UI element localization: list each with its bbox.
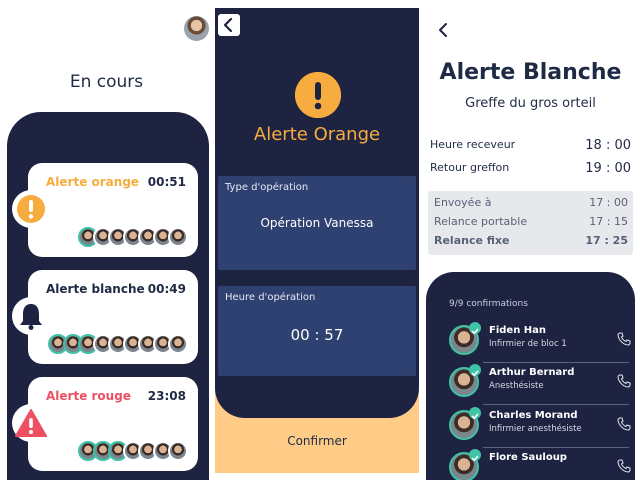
person-name: Flore Sauloup bbox=[489, 452, 567, 463]
info-value: 19 : 00 bbox=[585, 161, 631, 176]
warning-circle-icon bbox=[12, 190, 50, 228]
status-label: Envoyée à bbox=[434, 196, 492, 209]
divider bbox=[483, 447, 629, 448]
person-name: Charles Morand bbox=[489, 410, 578, 421]
alert-time: 00:49 bbox=[147, 282, 186, 296]
list-item[interactable]: Fiden Han Infirmier de bloc 1 bbox=[449, 322, 632, 363]
alert-name: Alerte orange bbox=[46, 175, 140, 189]
alert-confirm-screen: Alerte Orange Type d'opération Opération… bbox=[215, 8, 419, 473]
person-role: Anesthésiste bbox=[489, 381, 544, 391]
status-row-sent: Envoyée à 17 : 00 bbox=[434, 196, 628, 209]
person-role: Infirmier anesthésiste bbox=[489, 424, 582, 434]
alert-card-orange[interactable]: Alerte orange 00:51 bbox=[28, 163, 198, 257]
info-row-greffon: Retour greffon 19 : 00 bbox=[430, 161, 631, 176]
operation-time-field: Heure d'opération 00 : 57 bbox=[218, 286, 416, 376]
alert-name: Alerte rouge bbox=[46, 389, 131, 403]
status-value: 17 : 25 bbox=[585, 234, 628, 247]
alert-name: Alerte blanche bbox=[46, 282, 145, 296]
profile-avatar[interactable] bbox=[184, 16, 209, 41]
list-item[interactable]: Flore Sauloup bbox=[449, 449, 632, 480]
check-icon bbox=[469, 407, 481, 420]
phone-icon[interactable] bbox=[617, 417, 631, 431]
avatar bbox=[168, 334, 188, 354]
check-icon bbox=[469, 322, 481, 335]
alert-card-red[interactable]: Alerte rouge 23:08 bbox=[28, 377, 198, 471]
confirm-button[interactable]: Confirmer bbox=[215, 434, 419, 448]
back-button[interactable] bbox=[435, 20, 451, 40]
alerts-list-screen: En cours Alerte orange 00:51 Alerte blan… bbox=[0, 0, 213, 480]
chevron-left-icon bbox=[223, 17, 233, 33]
phone-icon[interactable] bbox=[617, 374, 631, 388]
operation-type-value: Opération Vanessa bbox=[260, 216, 374, 230]
avatar bbox=[168, 227, 188, 247]
person-role: Infirmier de bloc 1 bbox=[489, 339, 567, 349]
info-value: 18 : 00 bbox=[585, 138, 631, 153]
warning-circle-icon bbox=[295, 72, 341, 118]
participant-avatars bbox=[78, 441, 188, 461]
status-value: 17 : 15 bbox=[589, 215, 628, 228]
check-icon bbox=[469, 364, 481, 377]
info-label: Heure receveur bbox=[430, 138, 516, 151]
operation-time-label: Heure d'opération bbox=[225, 292, 316, 303]
divider bbox=[483, 404, 629, 405]
alert-title: Alerte Orange bbox=[253, 124, 381, 145]
alert-card-white[interactable]: Alerte blanche 00:49 bbox=[28, 270, 198, 364]
alert-detail-screen: Alerte Blanche Greffe du gros orteil Heu… bbox=[421, 0, 640, 480]
page-title: Alerte Blanche bbox=[439, 60, 622, 85]
list-item[interactable]: Arthur Bernard Anesthésiste bbox=[449, 364, 632, 405]
status-row-mobile: Relance portable 17 : 15 bbox=[434, 215, 628, 228]
avatar bbox=[168, 441, 188, 461]
info-row-receveur: Heure receveur 18 : 00 bbox=[430, 138, 631, 153]
operation-time-value: 00 : 57 bbox=[290, 326, 344, 344]
check-icon bbox=[469, 449, 481, 462]
status-label: Relance fixe bbox=[434, 234, 510, 247]
status-label: Relance portable bbox=[434, 215, 528, 228]
page-title: En cours bbox=[69, 72, 144, 92]
status-value: 17 : 00 bbox=[589, 196, 628, 209]
phone-icon[interactable] bbox=[617, 459, 631, 473]
person-name: Fiden Han bbox=[489, 325, 547, 336]
confirmation-count: 9/9 confirmations bbox=[449, 299, 528, 309]
divider bbox=[483, 362, 629, 363]
page-subtitle: Greffe du gros orteil bbox=[465, 96, 596, 111]
status-row-landline: Relance fixe 17 : 25 bbox=[434, 234, 628, 247]
operation-type-label: Type d'opération bbox=[225, 182, 309, 193]
notification-status-box: Envoyée à 17 : 00 Relance portable 17 : … bbox=[428, 191, 633, 255]
person-name: Arthur Bernard bbox=[489, 367, 575, 378]
phone-icon[interactable] bbox=[617, 332, 631, 346]
list-item[interactable]: Charles Morand Infirmier anesthésiste bbox=[449, 407, 632, 448]
bell-icon bbox=[12, 297, 50, 335]
alert-time: 00:51 bbox=[147, 175, 186, 189]
info-label: Retour greffon bbox=[430, 161, 510, 174]
warning-triangle-icon bbox=[12, 404, 50, 442]
participant-avatars bbox=[48, 334, 188, 354]
operation-type-field: Type d'opération Opération Vanessa bbox=[218, 176, 416, 270]
alert-time: 23:08 bbox=[147, 389, 186, 403]
participant-avatars bbox=[78, 227, 188, 247]
back-button[interactable] bbox=[218, 14, 240, 36]
